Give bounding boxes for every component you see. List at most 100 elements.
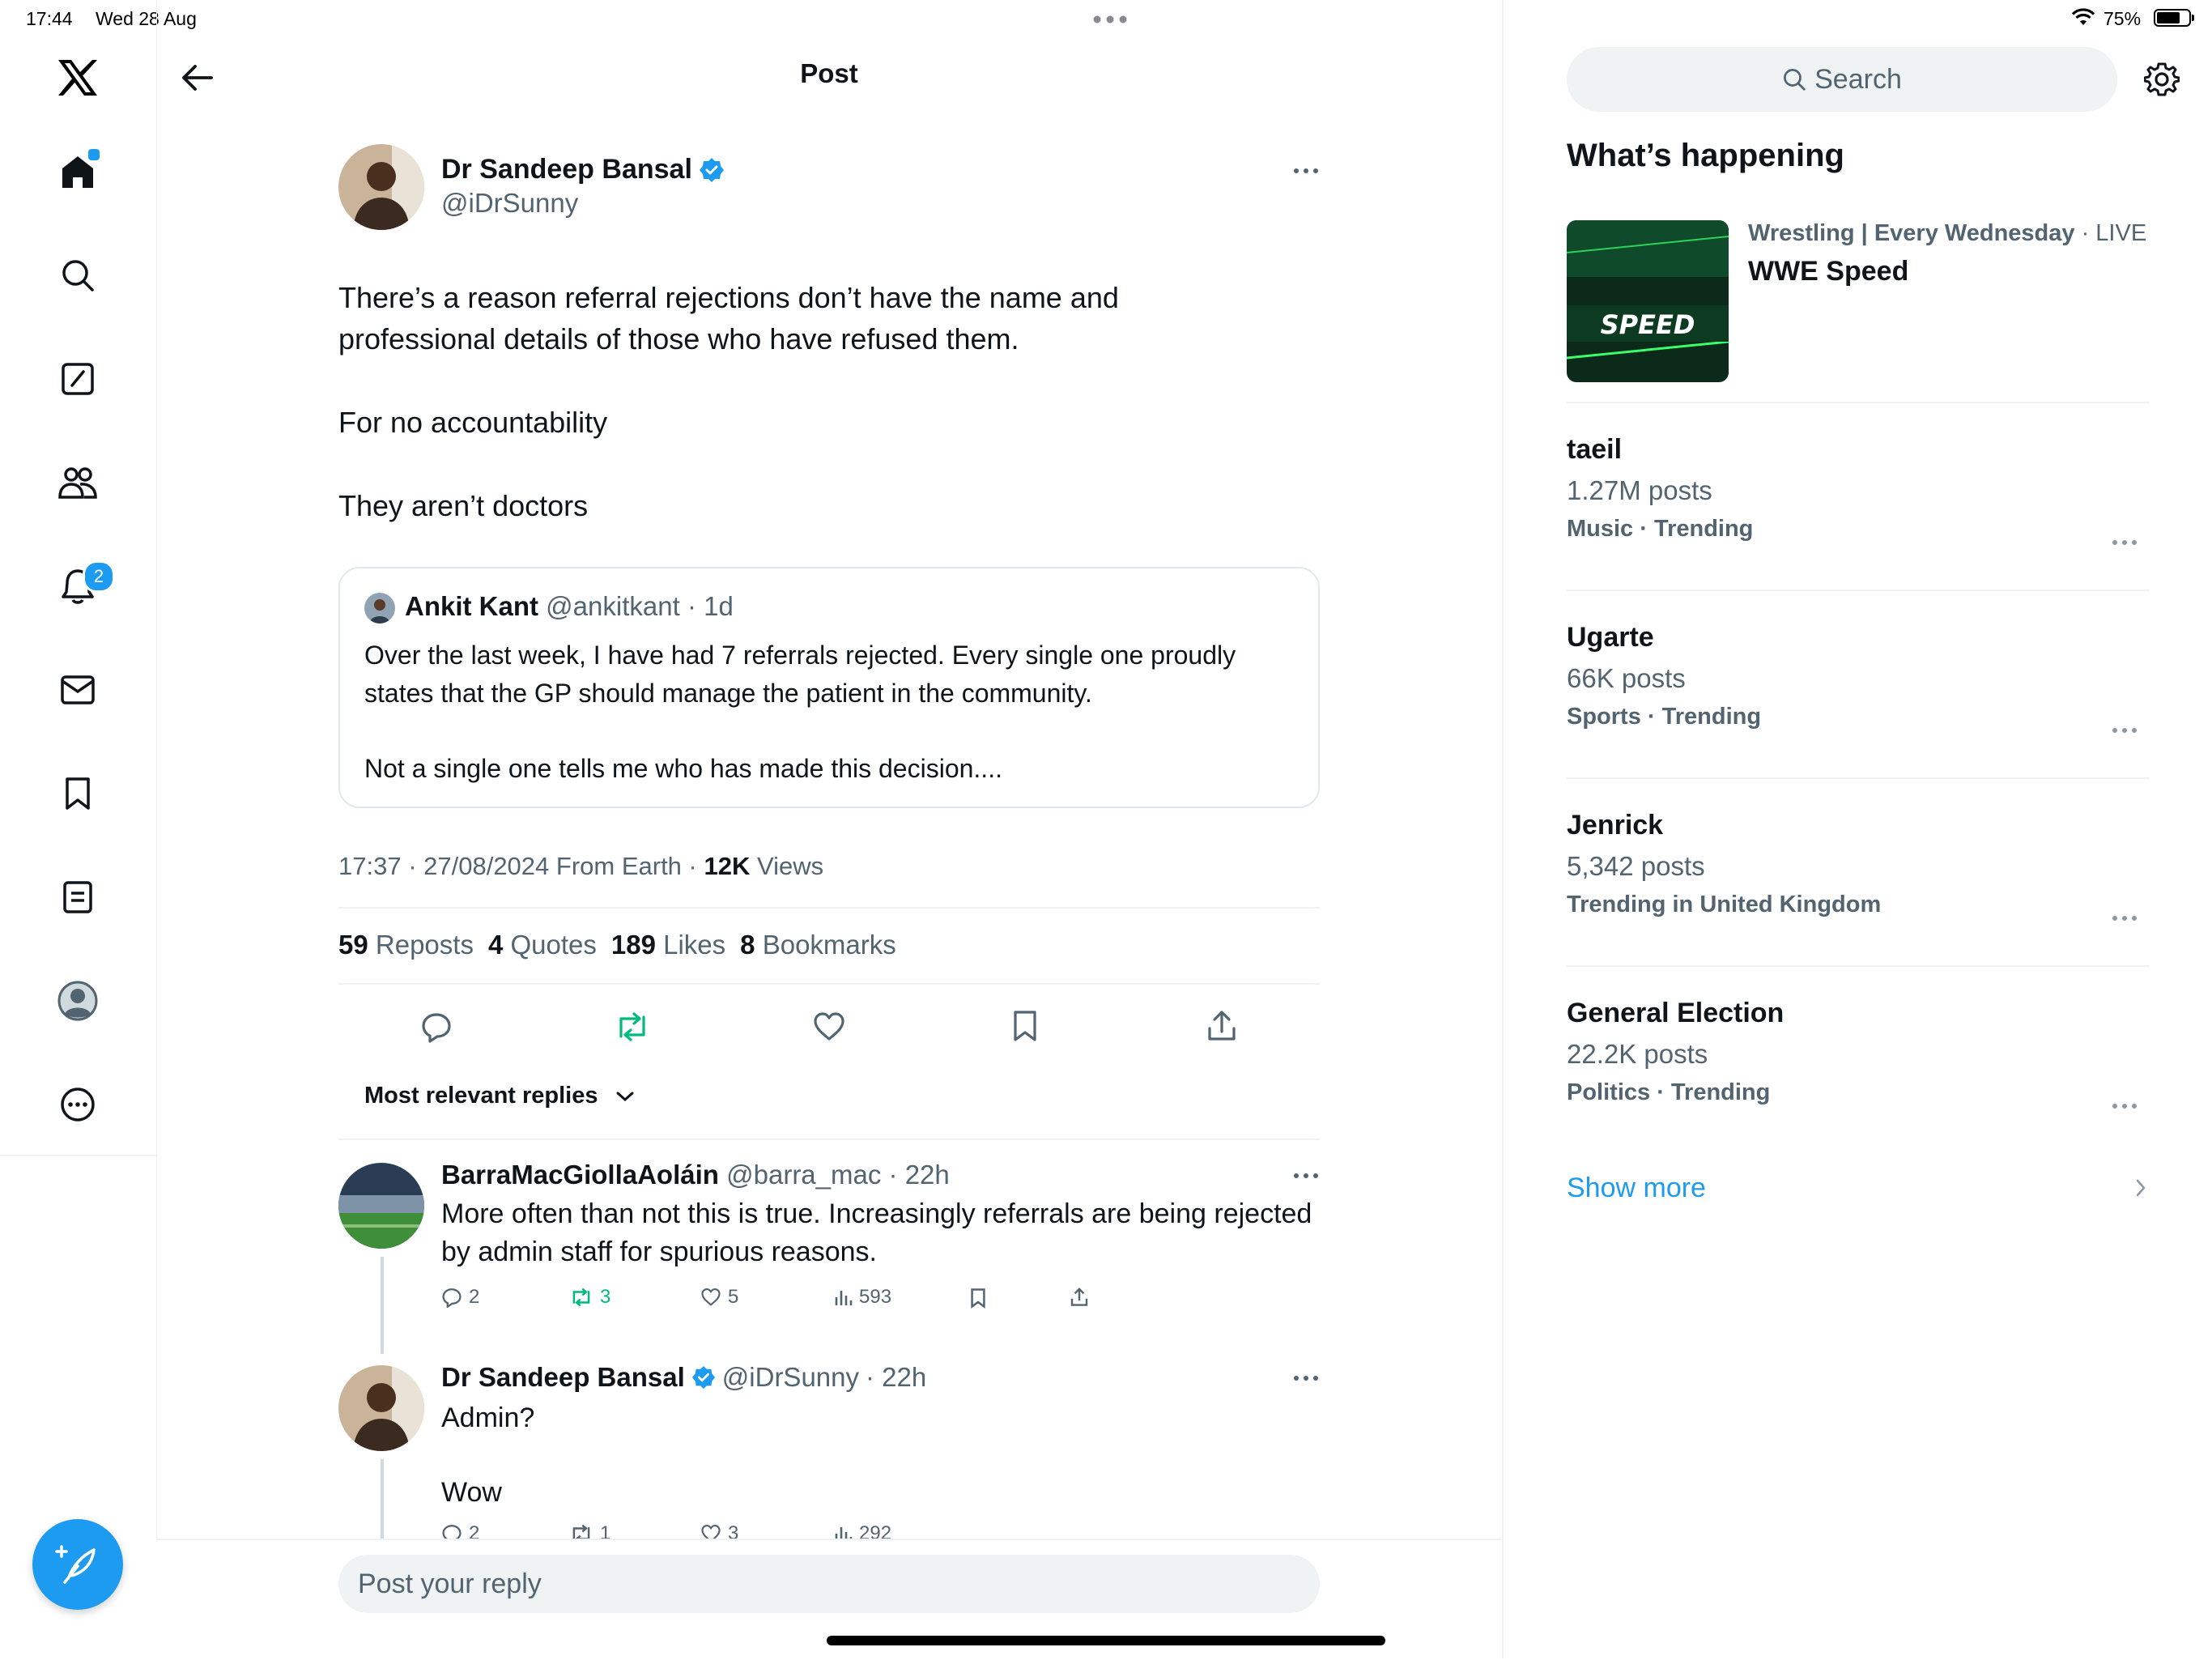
bookmark-icon[interactable] [969, 1288, 987, 1309]
quotes-stat[interactable]: 4 Quotes [488, 930, 597, 960]
profile-avatar-icon[interactable] [52, 975, 104, 1027]
more-options-icon[interactable] [52, 1079, 104, 1130]
reply-author-avatar[interactable] [338, 1365, 424, 1451]
divider [338, 983, 1320, 985]
reply-input[interactable]: Post your reply [338, 1555, 1320, 1613]
thread-line [381, 1459, 384, 1539]
share-icon[interactable] [1070, 1287, 1089, 1308]
author-handle[interactable]: @iDrSunny [441, 188, 578, 219]
quoted-post-card[interactable]: Ankit Kant @ankitkant · 1d Over the last… [338, 567, 1320, 808]
reply-author-name[interactable]: BarraMacGiollaAoláin [441, 1160, 719, 1190]
settings-gear-icon[interactable] [2144, 62, 2180, 97]
communities-icon[interactable] [52, 457, 104, 509]
reply-author-handle[interactable]: @barra_mac [726, 1160, 881, 1190]
event-image[interactable]: SPEED [1567, 220, 1729, 382]
quoted-time: · 1d [687, 591, 734, 621]
like-heart-icon [701, 1288, 721, 1306]
repost-count: 3 [600, 1286, 611, 1308]
trend-more-icon[interactable] [2112, 727, 2138, 734]
repost-icon [572, 1288, 590, 1307]
x-logo-icon[interactable] [52, 52, 104, 104]
trend-item[interactable]: Ugarte 66K posts Sports · Trending [1567, 622, 2150, 730]
reply-author-avatar[interactable] [338, 1163, 424, 1249]
event-title[interactable]: WWE Speed [1748, 256, 1908, 287]
trend-posts: 66K posts [1567, 663, 1686, 693]
verified-badge-icon [699, 157, 724, 182]
repost-icon[interactable] [615, 1011, 650, 1043]
reply-views-action[interactable]: 593 [833, 1286, 891, 1309]
like-heart-icon[interactable] [812, 1011, 846, 1043]
search-input[interactable]: Search [1567, 47, 2117, 112]
author-name[interactable]: Dr Sandeep Bansal [441, 154, 692, 185]
like-count: 5 [728, 1286, 739, 1308]
compose-post-button[interactable] [32, 1519, 123, 1610]
post-paragraph: They aren’t doctors [338, 489, 589, 522]
stat-count: 59 [338, 930, 368, 960]
bookmarks-stat[interactable]: 8 Bookmarks [740, 930, 896, 960]
show-more-link[interactable]: Show more [1567, 1173, 1706, 1204]
reply-author-handle[interactable]: @iDrSunny [722, 1362, 859, 1393]
grok-icon[interactable] [52, 353, 104, 405]
reply-text: Wow [441, 1477, 502, 1508]
reply-more-icon[interactable] [1293, 1173, 1319, 1179]
stat-label: Quotes [510, 930, 597, 960]
replies-sort-dropdown[interactable]: Most relevant replies [364, 1083, 636, 1109]
feather-plus-icon [55, 1545, 96, 1584]
lists-icon[interactable] [52, 871, 104, 923]
trend-context: Sports · Trending [1567, 704, 1762, 730]
home-indicator[interactable] [827, 1636, 1385, 1645]
sort-label: Most relevant replies [364, 1083, 598, 1109]
trend-posts: 1.27M posts [1567, 475, 1712, 505]
reply-repost-action[interactable]: 3 [569, 1286, 610, 1309]
home-unread-dot [86, 147, 102, 163]
trend-title: General Election [1567, 998, 1784, 1028]
reply-more-icon[interactable] [1293, 1375, 1319, 1381]
author-avatar[interactable] [338, 144, 424, 230]
divider [1567, 402, 2150, 403]
reply-time: · 22h [866, 1362, 927, 1392]
bookmark-icon[interactable] [1011, 1009, 1039, 1043]
post-datetime: 17:37 · 27/08/2024 From Earth · [338, 852, 704, 880]
post-timestamp: 17:37 · 27/08/2024 From Earth · 12K View… [338, 852, 823, 881]
trend-context: Politics · Trending [1567, 1079, 1771, 1105]
trend-context: Music · Trending [1567, 516, 1754, 542]
reply-like-action[interactable]: 5 [700, 1286, 738, 1309]
trend-title: taeil [1567, 434, 1623, 465]
bookmarks-icon[interactable] [52, 768, 104, 819]
share-icon[interactable] [1206, 1009, 1238, 1043]
reply-icon [442, 1288, 462, 1308]
nav-divider [0, 1155, 156, 1156]
divider [1567, 590, 2150, 591]
chevron-right-icon[interactable] [2134, 1177, 2147, 1198]
messages-envelope-icon[interactable] [52, 664, 104, 716]
divider [338, 1139, 1320, 1140]
thread-line [381, 1257, 384, 1354]
explore-search-icon[interactable] [52, 249, 104, 301]
trend-more-icon[interactable] [2112, 915, 2138, 922]
reply-icon[interactable] [420, 1011, 453, 1043]
likes-stat[interactable]: 189 Likes [611, 930, 725, 960]
reposts-stat[interactable]: 59 Reposts [338, 930, 474, 960]
stat-count: 8 [740, 930, 755, 960]
quoted-author-handle: @ankitkant [546, 591, 680, 621]
trend-item[interactable]: General Election 22.2K posts Politics · … [1567, 998, 2150, 1106]
verified-badge-icon [691, 1365, 715, 1390]
post-paragraph: For no accountability [338, 406, 608, 439]
views-count: 593 [859, 1286, 892, 1308]
trend-more-icon[interactable] [2112, 539, 2138, 546]
reply-reply-action[interactable]: 2 [441, 1286, 479, 1309]
stat-count: 189 [610, 930, 656, 960]
post-more-icon[interactable] [1293, 168, 1319, 174]
trend-item[interactable]: Jenrick 5,342 posts Trending in United K… [1567, 810, 2150, 918]
trend-more-icon[interactable] [2112, 1103, 2138, 1109]
trend-item[interactable]: taeil 1.27M posts Music · Trending [1567, 434, 2150, 543]
search-icon [1784, 69, 1806, 91]
right-sidebar: Search What’s happening SPEED Wrestling … [1503, 0, 2212, 1658]
quoted-text: Over the last week, I have had 7 referra… [364, 641, 1236, 708]
views-chart-icon [835, 1291, 853, 1305]
trend-title: Ugarte [1567, 622, 1654, 653]
main-column: Post Dr Sandeep Bansal @iDrSunny There’s… [156, 0, 1504, 1660]
reply-author-name[interactable]: Dr Sandeep Bansal [441, 1362, 685, 1393]
quoted-author-name: Ankit Kant [405, 591, 538, 621]
notifications-badge: 2 [83, 560, 115, 593]
